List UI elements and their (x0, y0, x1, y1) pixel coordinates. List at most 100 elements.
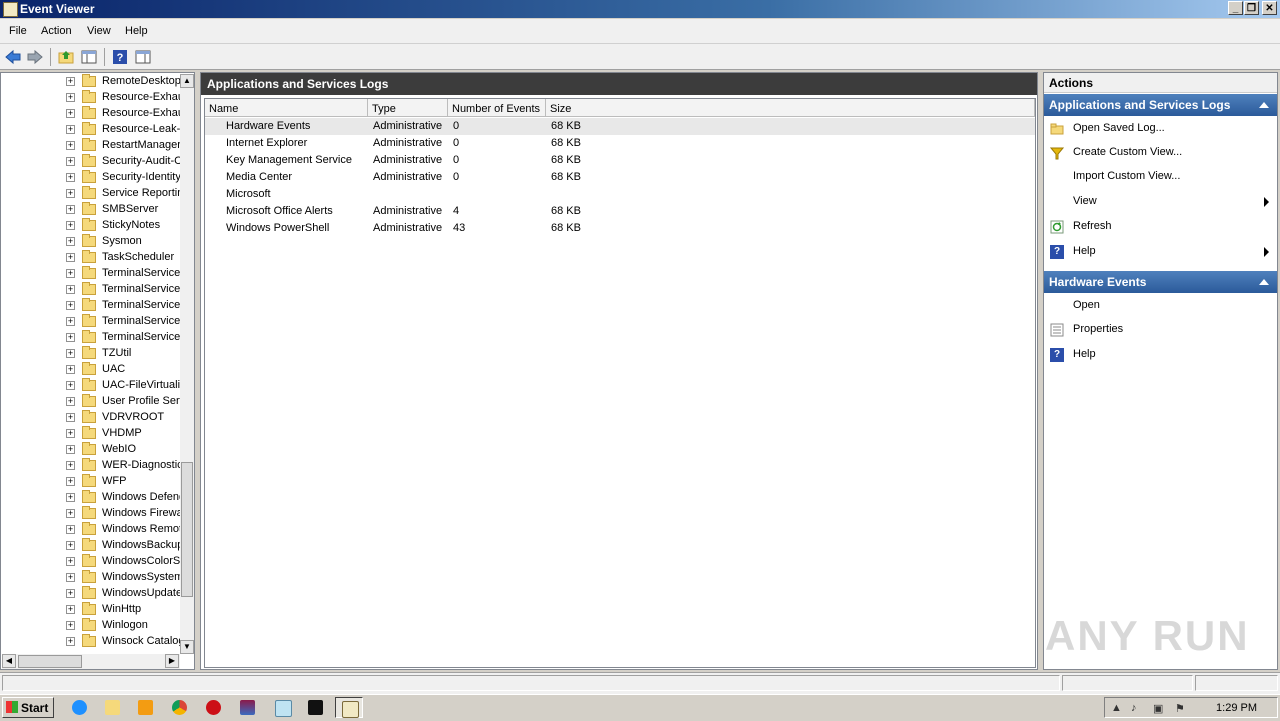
h-scroll-thumb[interactable] (18, 655, 82, 668)
tree-item[interactable]: + WinHttp (1, 602, 181, 618)
menu-view[interactable]: View (87, 25, 111, 37)
tree-item[interactable]: + WebIO (1, 442, 181, 458)
expand-icon[interactable]: + (66, 125, 75, 134)
table-row[interactable]: Microsoft (205, 186, 1035, 203)
close-button[interactable]: ✕ (1262, 1, 1277, 15)
log-list[interactable]: Name Type Number of Events Size Hardware… (204, 98, 1036, 668)
column-header-type[interactable]: Type (368, 99, 448, 117)
expand-icon[interactable]: + (66, 349, 75, 358)
tree-item[interactable]: + UAC (1, 362, 181, 378)
column-header-name[interactable]: Name (205, 99, 368, 117)
section-hardware-events[interactable]: Hardware Events (1044, 271, 1277, 293)
section-applications-and-services-logs[interactable]: Applications and Services Logs (1044, 94, 1277, 116)
taskbar-internet-explorer[interactable] (66, 697, 94, 718)
taskbar-media-player[interactable] (132, 697, 160, 718)
expand-icon[interactable]: + (66, 605, 75, 614)
tree-item[interactable]: + Windows Remot (1, 522, 181, 538)
action-help[interactable]: ? Help (1044, 240, 1277, 264)
help-icon[interactable]: ? (111, 48, 129, 66)
tree-item[interactable]: + Winlogon (1, 618, 181, 634)
expand-icon[interactable]: + (66, 333, 75, 342)
table-row[interactable]: Media Center Administrative 0 68 KB (205, 169, 1035, 186)
scroll-up-button[interactable]: ▲ (180, 74, 194, 88)
taskbar-cmd[interactable] (302, 697, 330, 718)
expand-icon[interactable]: + (66, 541, 75, 550)
show-hide-tree-icon[interactable] (80, 48, 98, 66)
expand-icon[interactable]: + (66, 237, 75, 246)
expand-icon[interactable]: + (66, 253, 75, 262)
scroll-down-button[interactable]: ▼ (180, 640, 194, 654)
tree-item[interactable]: + User Profile Serv (1, 394, 181, 410)
tree-item[interactable]: + Security-Audit-C (1, 154, 181, 170)
title-bar[interactable]: Event Viewer _ ❐ ✕ (0, 0, 1280, 18)
tree-item[interactable]: + SMBServer (1, 202, 181, 218)
expand-icon[interactable]: + (66, 573, 75, 582)
expand-icon[interactable]: + (66, 77, 75, 86)
action-import-custom-view[interactable]: Import Custom View... (1044, 165, 1277, 189)
network-icon[interactable]: ▣ (1153, 702, 1165, 715)
tree-item[interactable]: + Resource-Leak-I (1, 122, 181, 138)
tree-item[interactable]: + WindowsColorSy (1, 554, 181, 570)
tree-item[interactable]: + VHDMP (1, 426, 181, 442)
expand-icon[interactable]: + (66, 365, 75, 374)
taskbar-opera[interactable] (200, 697, 228, 718)
tree-item[interactable]: + StickyNotes (1, 218, 181, 234)
expand-icon[interactable]: + (66, 109, 75, 118)
volume-icon[interactable]: ♪ (1131, 702, 1143, 714)
scroll-left-button[interactable]: ◀ (2, 654, 16, 668)
expand-icon[interactable]: + (66, 317, 75, 326)
collapse-icon[interactable] (1259, 102, 1269, 108)
table-row[interactable]: Key Management Service Administrative 0 68 … (205, 152, 1035, 169)
action-refresh[interactable]: Refresh (1044, 215, 1277, 239)
show-hide-action-pane-icon[interactable] (134, 48, 152, 66)
column-header-size[interactable]: Size (546, 99, 1035, 117)
action-open-saved-log[interactable]: Open Saved Log... (1044, 117, 1277, 141)
action-view[interactable]: View (1044, 190, 1277, 214)
action-properties[interactable]: Properties (1044, 318, 1277, 342)
tree-item[interactable]: + TerminalServices (1, 314, 181, 330)
up-folder-icon[interactable] (57, 48, 75, 66)
tree-item[interactable]: + Security-Identity (1, 170, 181, 186)
tree-horizontal-scrollbar[interactable]: ◀ ▶ (2, 654, 180, 669)
tree-item[interactable]: + WFP (1, 474, 181, 490)
expand-icon[interactable]: + (66, 445, 75, 454)
expand-icon[interactable]: + (66, 589, 75, 598)
tree-item[interactable]: + TerminalServices (1, 282, 181, 298)
tree-item[interactable]: + Windows Defend (1, 490, 181, 506)
expand-icon[interactable]: + (66, 157, 75, 166)
menu-file[interactable]: File (9, 25, 27, 37)
expand-icon[interactable]: + (66, 173, 75, 182)
tree-item[interactable]: + VDRVROOT (1, 410, 181, 426)
expand-icon[interactable]: + (66, 525, 75, 534)
taskbar-event-viewer[interactable] (335, 697, 363, 718)
expand-icon[interactable]: + (66, 381, 75, 390)
tree-item[interactable]: + TerminalServices (1, 330, 181, 346)
expand-icon[interactable]: + (66, 477, 75, 486)
tree-item[interactable]: + RemoteDesktopS (1, 74, 181, 90)
expand-icon[interactable]: + (66, 205, 75, 214)
tree-item[interactable]: + Sysmon (1, 234, 181, 250)
forward-icon[interactable] (26, 48, 44, 66)
expand-icon[interactable]: + (66, 221, 75, 230)
expand-icon[interactable]: + (66, 413, 75, 422)
tree-item[interactable]: + TerminalServices (1, 298, 181, 314)
tree-item[interactable]: + UAC-FileVirtualiz (1, 378, 181, 394)
tree-item[interactable]: + Winsock Catalog (1, 634, 181, 650)
start-button[interactable]: Start (2, 697, 54, 718)
expand-icon[interactable]: + (66, 509, 75, 518)
tree-item[interactable]: + WindowsSystem (1, 570, 181, 586)
tree-item[interactable]: + Windows Firewa (1, 506, 181, 522)
scroll-thumb[interactable] (181, 462, 193, 597)
expand-icon[interactable]: + (66, 93, 75, 102)
taskbar-explorer[interactable] (99, 697, 127, 718)
action-create-custom-view[interactable]: Create Custom View... (1044, 141, 1277, 165)
tree-item[interactable]: + Resource-Exhau (1, 106, 181, 122)
expand-icon[interactable]: + (66, 285, 75, 294)
table-row[interactable]: Windows PowerShell Administrative 43 68 KB (205, 220, 1035, 237)
console-tree[interactable]: + RemoteDesktopS + Resource-Exhau + Resource-… (0, 72, 195, 670)
restore-button[interactable]: ❐ (1244, 1, 1259, 15)
table-row[interactable]: Hardware Events Administrative 0 68 KB (205, 118, 1035, 135)
clock[interactable]: 1:29 PM (1216, 702, 1257, 714)
tree-item[interactable]: + TZUtil (1, 346, 181, 362)
tree-item[interactable]: + TaskScheduler (1, 250, 181, 266)
